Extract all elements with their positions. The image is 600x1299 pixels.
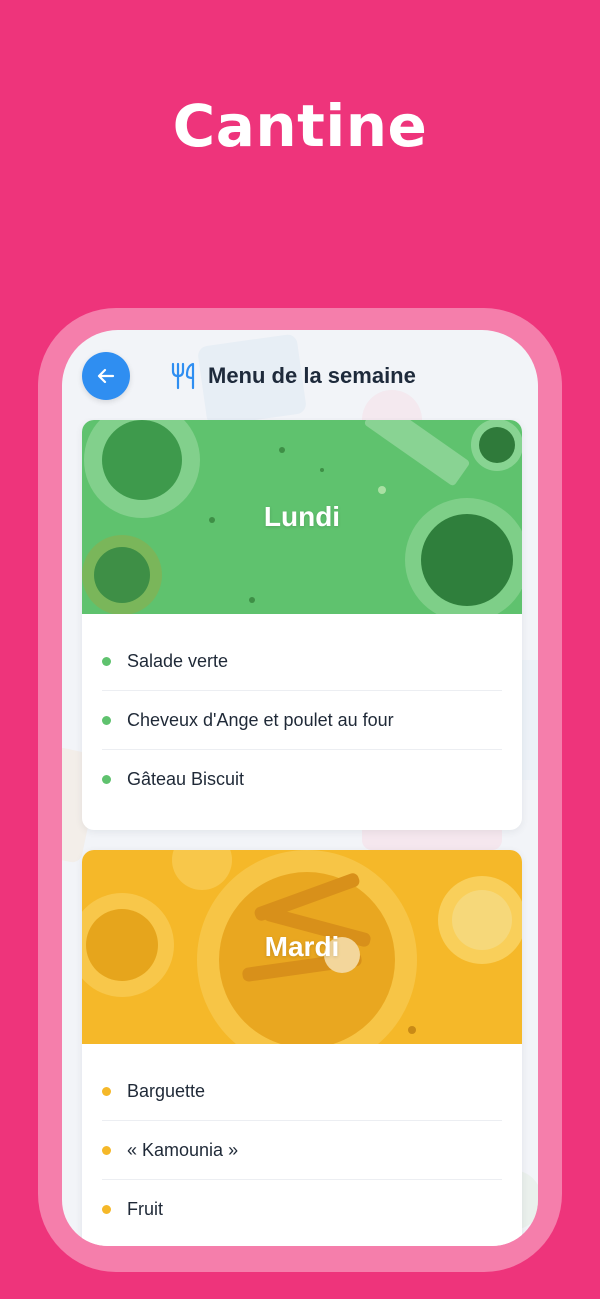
dish-label: Fruit — [127, 1198, 163, 1219]
bullet-dot — [102, 715, 111, 725]
cutlery-icon — [171, 362, 195, 390]
dish-label: Salade verte — [127, 650, 229, 671]
dish-list: Barguette « Kamounia » Fruit — [82, 1044, 522, 1238]
dish-item: « Kamounia » — [102, 1121, 502, 1180]
day-name: Mardi — [264, 931, 340, 962]
dish-item: Fruit — [102, 1180, 502, 1238]
bullet-dot — [102, 1086, 111, 1096]
dish-label: Gâteau Biscuit — [127, 768, 245, 789]
phone-screen: Menu de la semaine Lundi Salade verte Ch… — [62, 330, 538, 1246]
back-button[interactable] — [82, 352, 130, 400]
dish-item: Salade verte — [102, 632, 502, 691]
day-card-tuesday[interactable]: Mardi Barguette « Kamounia » Fruit — [82, 850, 522, 1246]
app-store-screenshot: Cantine Menu de la semaine Lundi Salade … — [0, 0, 600, 1299]
dish-label: Cheveux d'Ange et poulet au four — [127, 709, 394, 730]
page-title: Menu de la semaine — [208, 363, 416, 388]
dish-item: Barguette — [102, 1062, 502, 1121]
day-banner: Mardi — [82, 850, 522, 1044]
dish-label: « Kamounia » — [127, 1139, 239, 1160]
arrow-left-icon — [97, 368, 115, 384]
bullet-dot — [102, 774, 111, 784]
header-title-group: Menu de la semaine — [170, 358, 416, 394]
app-header: Menu de la semaine — [62, 330, 538, 422]
bullet-dot — [102, 1145, 111, 1155]
day-banner: Lundi — [82, 420, 522, 614]
day-name: Lundi — [263, 501, 341, 532]
dish-item: Gâteau Biscuit — [102, 750, 502, 808]
menu-list[interactable]: Lundi Salade verte Cheveux d'Ange et pou… — [62, 418, 538, 1246]
dish-label: Barguette — [127, 1080, 206, 1101]
bullet-dot — [102, 1204, 111, 1214]
dish-item: Cheveux d'Ange et poulet au four — [102, 691, 502, 750]
day-card-monday[interactable]: Lundi Salade verte Cheveux d'Ange et pou… — [82, 420, 522, 830]
dish-list: Salade verte Cheveux d'Ange et poulet au… — [82, 614, 522, 808]
bullet-dot — [102, 656, 111, 666]
hero-title: Cantine — [172, 92, 428, 160]
